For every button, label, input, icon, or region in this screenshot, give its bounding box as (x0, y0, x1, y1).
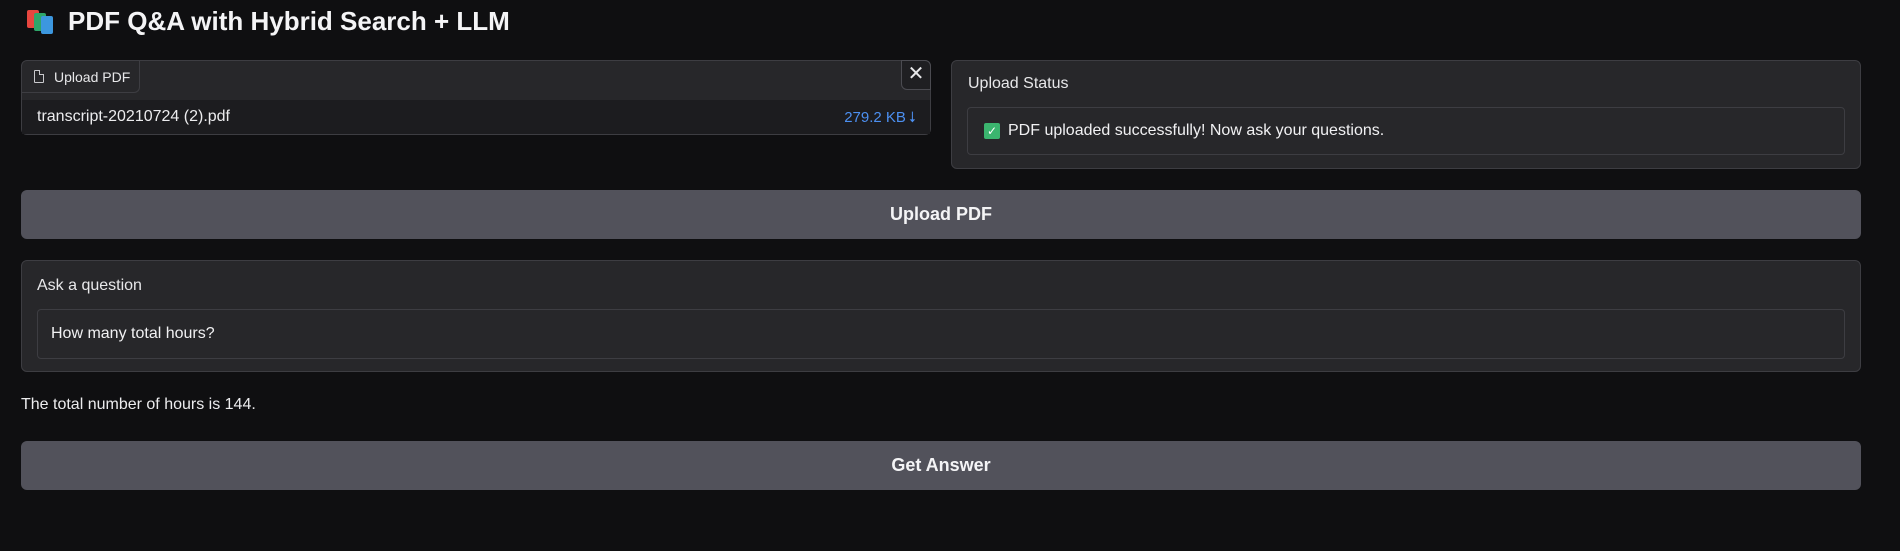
upload-status-output: ✓ PDF uploaded successfully! Now ask you… (967, 107, 1845, 155)
download-icon[interactable]: ⭣ (909, 109, 916, 126)
question-label: Ask a question (37, 277, 142, 294)
file-size[interactable]: 279.2 KB (844, 109, 906, 126)
upload-status-message: PDF uploaded successfully! Now ask your … (1008, 122, 1385, 139)
books-icon (25, 8, 56, 34)
answer-text: The total number of hours is 144. (21, 396, 256, 413)
question-card: Ask a question (21, 260, 1861, 372)
file-download-link[interactable]: 279.2 KB ⭣ (844, 109, 916, 126)
page-header: PDF Q&A with Hybrid Search + LLM (25, 4, 510, 38)
question-input[interactable] (37, 309, 1845, 359)
file-upload-card: Upload PDF ✕ transcript-20210724 (2).pdf… (21, 60, 931, 135)
get-answer-button[interactable]: Get Answer (21, 441, 1861, 490)
file-icon (34, 70, 44, 83)
upload-pdf-tab-label: Upload PDF (54, 68, 131, 85)
page-title: PDF Q&A with Hybrid Search + LLM (68, 5, 510, 36)
clear-file-button[interactable]: ✕ (901, 60, 931, 90)
file-name: transcript-20210724 (2).pdf (37, 108, 230, 125)
upload-status-label: Upload Status (968, 75, 1069, 92)
check-mark-icon: ✓ (984, 123, 1000, 139)
upload-pdf-button[interactable]: Upload PDF (21, 190, 1861, 239)
upload-pdf-tab: Upload PDF (22, 61, 140, 93)
upload-status-card: Upload Status ✓ PDF uploaded successfull… (951, 60, 1861, 169)
uploaded-file-row: transcript-20210724 (2).pdf 279.2 KB ⭣ (22, 100, 930, 134)
